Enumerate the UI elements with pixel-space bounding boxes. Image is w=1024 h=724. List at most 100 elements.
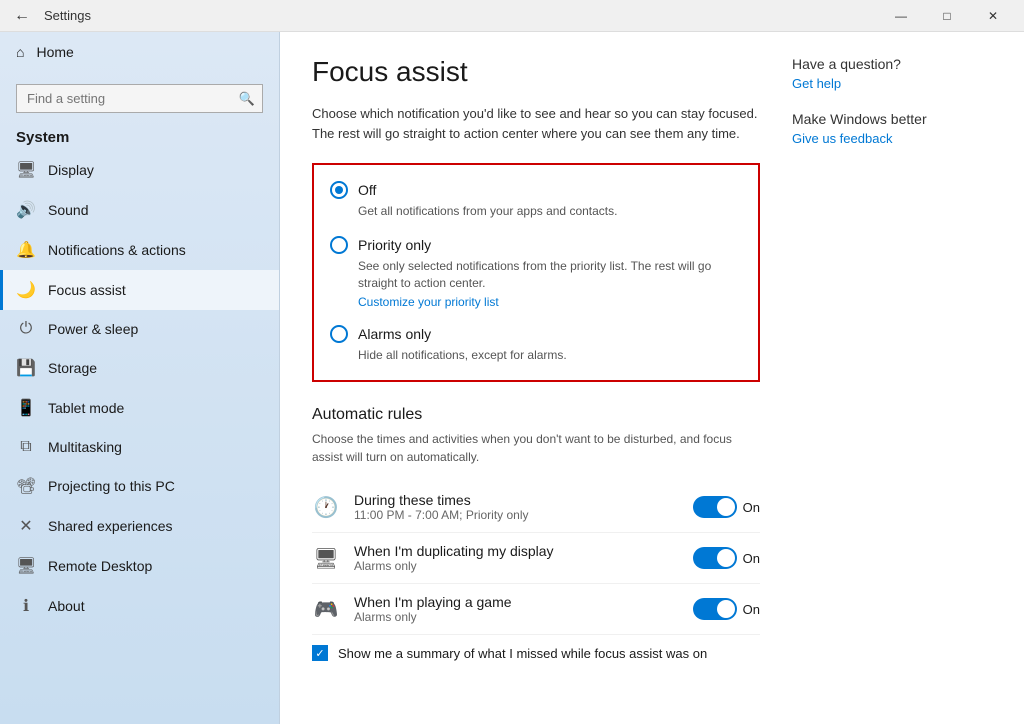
sound-icon: 🔊 (16, 200, 36, 220)
rule-name: When I'm playing a game (354, 594, 679, 610)
clock-icon: 🕐 (312, 495, 340, 520)
sidebar-item-label: Display (48, 162, 94, 178)
radio-option-off: Off Get all notifications from your apps… (330, 181, 742, 220)
titlebar: ← Settings — □ ✕ (0, 0, 1024, 32)
gaming-icon: 🎮 (312, 597, 340, 622)
summary-checkbox-row: Show me a summary of what I missed while… (312, 635, 760, 671)
rule-text: When I'm duplicating my display Alarms o… (354, 543, 679, 573)
radio-priority-label: Priority only (358, 237, 431, 253)
rule-sub: Alarms only (354, 610, 679, 624)
rule-gaming: 🎮 When I'm playing a game Alarms only On (312, 584, 760, 635)
power-icon: ⏻ (16, 320, 36, 338)
sidebar-item-projecting[interactable]: 📽 Projecting to this PC (0, 466, 279, 506)
multitasking-icon: ⧉ (16, 438, 36, 456)
titlebar-title: Settings (44, 8, 91, 23)
system-label: System (0, 121, 279, 150)
sidebar-item-power[interactable]: ⏻ Power & sleep (0, 310, 279, 348)
sidebar-item-label: Power & sleep (48, 321, 138, 337)
content-side: Have a question? Get help Make Windows b… (792, 56, 992, 700)
sidebar-item-home[interactable]: ⌂ Home (0, 32, 279, 72)
sidebar-item-label: Shared experiences (48, 518, 173, 534)
automatic-rules-desc: Choose the times and activities when you… (312, 430, 760, 466)
sidebar-item-display[interactable]: 🖥 Display (0, 150, 279, 190)
radio-row-priority: Priority only (330, 236, 742, 254)
radio-row-alarms: Alarms only (330, 325, 742, 343)
page-title: Focus assist (312, 56, 760, 88)
toggle-thumb (717, 549, 735, 567)
sidebar-item-sound[interactable]: 🔊 Sound (0, 190, 279, 230)
back-button[interactable]: ← (8, 5, 36, 27)
shared-icon: ✕ (16, 516, 36, 536)
minimize-button[interactable]: — (878, 0, 924, 32)
feedback-link[interactable]: Give us feedback (792, 131, 992, 146)
sidebar-item-tablet[interactable]: 📱 Tablet mode (0, 388, 279, 428)
radio-priority-desc: See only selected notifications from the… (358, 258, 742, 292)
sidebar-item-remote[interactable]: 🖥 Remote Desktop (0, 546, 279, 586)
automatic-rules-section: Automatic rules Choose the times and act… (312, 406, 760, 671)
rule-sub: Alarms only (354, 559, 679, 573)
get-help-link[interactable]: Get help (792, 76, 992, 91)
radio-off-label: Off (358, 182, 376, 198)
radio-off[interactable] (330, 181, 348, 199)
sidebar-search: 🔍 (16, 84, 263, 113)
summary-checkbox-label: Show me a summary of what I missed while… (338, 646, 707, 661)
display-icon: 🖥 (16, 160, 36, 180)
sidebar-item-shared[interactable]: ✕ Shared experiences (0, 506, 279, 546)
toggle-duplicating[interactable]: On (693, 547, 760, 569)
toggle-during-times[interactable]: On (693, 496, 760, 518)
sidebar-item-label: Storage (48, 360, 97, 376)
titlebar-controls: — □ ✕ (878, 0, 1016, 32)
sidebar-item-notifications[interactable]: 🔔 Notifications & actions (0, 230, 279, 270)
rule-during-times: 🕐 During these times 11:00 PM - 7:00 AM;… (312, 482, 760, 533)
remote-icon: 🖥 (16, 556, 36, 576)
sidebar-item-label: Projecting to this PC (48, 478, 175, 494)
search-input[interactable] (16, 84, 263, 113)
toggle-gaming[interactable]: On (693, 598, 760, 620)
sidebar-item-label: Remote Desktop (48, 558, 152, 574)
sidebar-item-multitasking[interactable]: ⧉ Multitasking (0, 428, 279, 466)
toggle-track[interactable] (693, 598, 737, 620)
maximize-button[interactable]: □ (924, 0, 970, 32)
radio-priority[interactable] (330, 236, 348, 254)
options-box: Off Get all notifications from your apps… (312, 163, 760, 382)
about-icon: ℹ (16, 596, 36, 616)
sidebar-item-focus[interactable]: 🌙 Focus assist (0, 270, 279, 310)
toggle-track[interactable] (693, 496, 737, 518)
radio-alarms[interactable] (330, 325, 348, 343)
toggle-track[interactable] (693, 547, 737, 569)
toggle-label: On (743, 602, 760, 617)
search-icon: 🔍 (239, 91, 255, 107)
notifications-icon: 🔔 (16, 240, 36, 260)
sidebar-item-about[interactable]: ℹ About (0, 586, 279, 626)
summary-checkbox[interactable] (312, 645, 328, 661)
side-question: Have a question? (792, 56, 992, 72)
radio-option-priority: Priority only See only selected notifica… (330, 236, 742, 310)
projecting-icon: 📽 (16, 476, 36, 496)
sidebar: ⌂ Home 🔍 System 🖥 Display 🔊 Sound 🔔 Noti… (0, 32, 280, 724)
radio-row-off: Off (330, 181, 742, 199)
rule-duplicating: 🖥 When I'm duplicating my display Alarms… (312, 533, 760, 584)
radio-off-desc: Get all notifications from your apps and… (358, 203, 742, 220)
sidebar-item-label: Focus assist (48, 282, 126, 298)
sidebar-item-label: Multitasking (48, 439, 122, 455)
sidebar-item-label: Tablet mode (48, 400, 124, 416)
rule-text: During these times 11:00 PM - 7:00 AM; P… (354, 492, 679, 522)
sidebar-item-storage[interactable]: 💾 Storage (0, 348, 279, 388)
rule-name: When I'm duplicating my display (354, 543, 679, 559)
toggle-label: On (743, 551, 760, 566)
sidebar-item-label: Sound (48, 202, 88, 218)
home-icon: ⌂ (16, 44, 24, 60)
automatic-rules-title: Automatic rules (312, 406, 760, 424)
radio-alarms-desc: Hide all notifications, except for alarm… (358, 347, 742, 364)
toggle-label: On (743, 500, 760, 515)
rule-text: When I'm playing a game Alarms only (354, 594, 679, 624)
close-button[interactable]: ✕ (970, 0, 1016, 32)
page-description: Choose which notification you'd like to … (312, 104, 760, 143)
radio-option-alarms: Alarms only Hide all notifications, exce… (330, 325, 742, 364)
make-windows-better-label: Make Windows better (792, 111, 992, 127)
focus-icon: 🌙 (16, 280, 36, 300)
toggle-thumb (717, 498, 735, 516)
content-area: Focus assist Choose which notification y… (280, 32, 1024, 724)
priority-list-link[interactable]: Customize your priority list (358, 295, 742, 309)
content-main: Focus assist Choose which notification y… (312, 56, 760, 700)
